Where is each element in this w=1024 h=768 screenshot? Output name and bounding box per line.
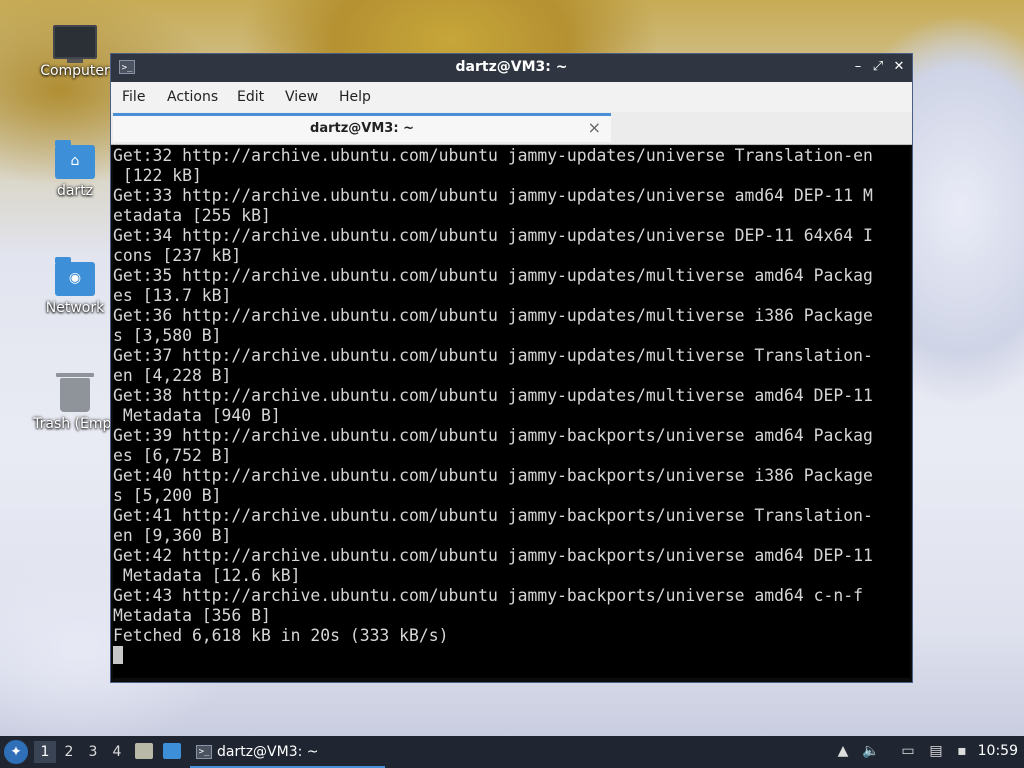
home-folder-icon: ⌂ [55,140,95,179]
minimize-button[interactable]: – [849,58,867,76]
text-cursor [113,646,123,664]
terminal-line: es [13.7 kB] [113,286,232,305]
terminal-prompt-line [113,646,910,666]
workspace-2-button[interactable]: 2 [58,741,80,763]
network-icon[interactable]: ▭ [899,743,917,759]
tab-close-icon[interactable]: × [588,118,601,137]
file-manager-icon[interactable] [135,743,153,759]
workspace-4-button[interactable]: 4 [106,741,128,763]
start-menu-button[interactable]: ✦ [4,740,28,764]
terminal-line: Get:40 http://archive.ubuntu.com/ubuntu … [113,466,873,485]
terminal-line: cons [237 kB] [113,246,242,265]
terminal-line: [122 kB] [113,166,202,185]
taskbar: ✦ 1 2 3 4 >_ dartz@VM3: ~ ▲ 🔈 ▭ ▤ ▪ 10:5… [0,736,1024,768]
menu-actions[interactable]: Actions [167,89,218,105]
terminal-line: s [5,200 B] [113,486,222,505]
desktop-icon-label: Trash (Empt [33,416,117,432]
terminal-line: Get:37 http://archive.ubuntu.com/ubuntu … [113,346,873,365]
tab-terminal[interactable]: dartz@VM3: ~ × [113,113,611,142]
close-button[interactable]: ✕ [890,58,908,76]
terminal-line: Get:32 http://archive.ubuntu.com/ubuntu … [113,146,873,165]
maximize-button[interactable]: ⤢ [869,58,887,76]
workspace-1-button[interactable]: 1 [34,741,56,763]
terminal-line: Get:39 http://archive.ubuntu.com/ubuntu … [113,426,873,445]
terminal-line: en [9,360 B] [113,526,232,545]
terminal-line: Metadata [12.6 kB] [113,566,301,585]
terminal-line: Get:36 http://archive.ubuntu.com/ubuntu … [113,306,873,325]
terminal-line: en [4,228 B] [113,366,232,385]
tab-bar: dartz@VM3: ~ × [111,112,912,145]
terminal-line: Get:41 http://archive.ubuntu.com/ubuntu … [113,506,873,525]
terminal-line: Fetched 6,618 kB in 20s (333 kB/s) [113,626,449,645]
terminal-line: Get:38 http://archive.ubuntu.com/ubuntu … [113,386,873,405]
terminal-output[interactable]: Get:32 http://archive.ubuntu.com/ubuntu … [113,146,910,678]
desktop-icon-home-folder[interactable]: ⌂ dartz [30,140,120,199]
menu-help[interactable]: Help [339,89,371,105]
computer-icon [53,25,97,63]
menu-view[interactable]: View [285,89,318,105]
terminal-line: s [3,580 B] [113,326,222,345]
menu-bar: File Actions Edit View Help [111,82,912,112]
taskbar-item-terminal[interactable]: >_ dartz@VM3: ~ [190,738,385,768]
menu-file[interactable]: File [122,89,145,105]
terminal-line: Get:43 http://archive.ubuntu.com/ubuntu … [113,586,863,605]
volume-icon[interactable]: 🔈 [862,743,880,759]
terminal-line: Metadata [940 B] [113,406,281,425]
desktop-icon-network[interactable]: ◉ Network [30,257,120,316]
desktop-icon-label: Network [45,300,105,316]
terminal-line: Metadata [356 B] [113,606,271,625]
terminal-line: Get:33 http://archive.ubuntu.com/ubuntu … [113,186,873,205]
clipboard-icon[interactable]: ▤ [927,743,945,759]
window-titlebar[interactable]: >_ dartz@VM3: ~ – ⤢ ✕ [111,54,912,82]
menu-edit[interactable]: Edit [237,89,264,105]
trash-icon [56,373,94,412]
show-desktop-icon[interactable] [163,743,181,759]
network-folder-icon: ◉ [55,257,95,296]
terminal-line: es [6,752 B] [113,446,232,465]
update-icon[interactable]: ▲ [834,743,852,759]
terminal-window: >_ dartz@VM3: ~ – ⤢ ✕ File Actions Edit … [110,53,913,683]
clock[interactable]: 10:59 [978,743,1018,759]
window-title: dartz@VM3: ~ [455,59,568,75]
notification-icon[interactable]: ▪ [953,743,971,759]
taskbar-item-label: dartz@VM3: ~ [217,744,319,760]
tab-label: dartz@VM3: ~ [310,121,414,136]
workspace-3-button[interactable]: 3 [82,741,104,763]
desktop-icon-computer[interactable]: Computer [30,25,120,79]
terminal-line: Get:34 http://archive.ubuntu.com/ubuntu … [113,226,873,245]
terminal-icon: >_ [196,745,212,759]
terminal-line: Get:35 http://archive.ubuntu.com/ubuntu … [113,266,873,285]
terminal-line: etadata [255 kB] [113,206,271,225]
desktop-icon-label: dartz [56,183,94,199]
terminal-line: Get:42 http://archive.ubuntu.com/ubuntu … [113,546,873,565]
desktop-icon-label: Computer [40,63,110,79]
desktop-icon-trash[interactable]: Trash (Empt [30,373,120,432]
